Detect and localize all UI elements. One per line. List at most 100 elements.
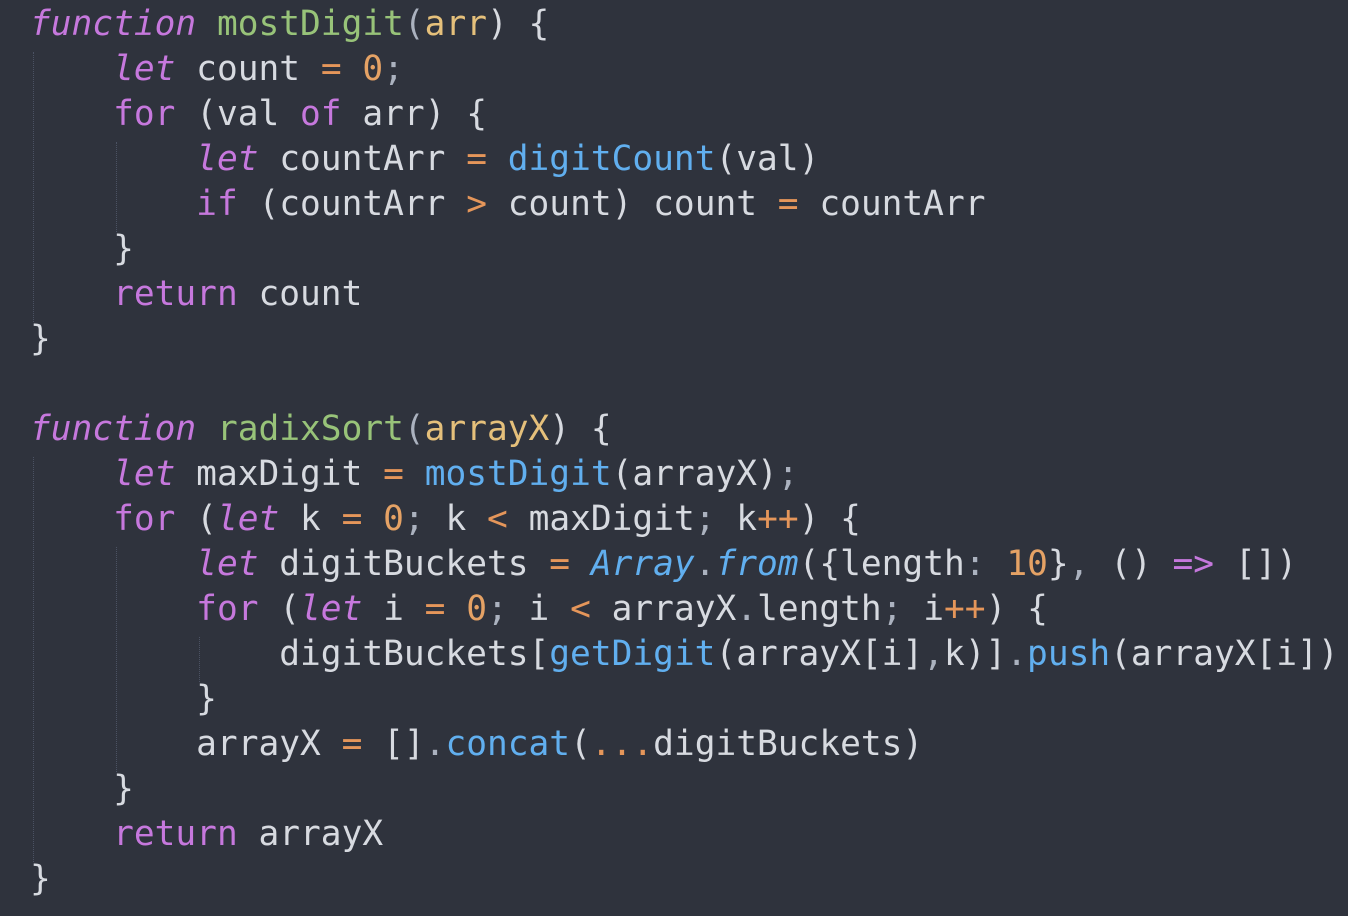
code-area[interactable]: function mostDigit(arr) { let count = 0;… [0,2,1348,902]
code-token: length [757,589,882,629]
code-line[interactable]: for (let i = 0; i < arrayX.length; i++) … [0,587,1348,632]
code-token: Array [590,544,695,584]
code-token: arrayX [590,589,737,629]
code-token: push [1027,634,1111,674]
code-token: ( [570,724,591,764]
code-token: of [300,94,342,134]
code-token: = [549,544,571,584]
code-token: . [736,589,758,629]
code-token: ( [403,4,425,44]
code-token: maxDigit [507,499,695,539]
code-token: i [902,589,945,629]
code-line[interactable]: let digitBuckets = Array.from({length: 1… [0,542,1348,587]
code-token: } [30,319,51,359]
code-token: from [715,544,799,584]
code-token: (val) [715,139,820,179]
code-token: ; [694,499,716,539]
code-token: = [341,724,363,764]
code-token: } [30,859,51,899]
code-line[interactable]: } [0,227,1348,272]
code-token: ) { [798,499,861,539]
code-line[interactable]: let maxDigit = mostDigit(arrayX); [0,452,1348,497]
code-token: ({length [798,544,965,584]
code-token: [] [362,724,425,764]
code-token: = [466,139,487,179]
code-token: let [196,139,259,179]
code-token: (arrayX[i] [715,634,924,674]
code-token: []) [1214,544,1298,584]
code-token: i [507,589,571,629]
code-line[interactable]: for (let k = 0; k < maxDigit; k++) { [0,497,1348,542]
code-line[interactable]: } [0,857,1348,902]
code-token: 0 [466,589,487,629]
code-token: count) count [486,184,778,224]
code-token: return [113,814,238,854]
code-token: let [113,49,176,89]
code-token: k [279,499,342,539]
code-line[interactable]: return arrayX [0,812,1348,857]
code-token: < [487,499,508,539]
code-token: return [113,274,238,314]
code-line[interactable] [0,362,1348,407]
code-token: 0 [383,499,404,539]
code-token: arr [424,4,487,44]
code-token: countArr [798,184,986,224]
code-line[interactable]: } [0,767,1348,812]
code-line[interactable]: arrayX = [].concat(...digitBuckets) [0,722,1348,767]
code-token: arr) { [341,94,487,134]
code-token: = [777,184,799,224]
code-line[interactable]: function mostDigit(arr) { [0,2,1348,47]
code-line[interactable]: let count = 0; [0,47,1348,92]
code-token: ; [487,589,508,629]
code-token: (arrayX[i]) [1110,634,1339,674]
code-token: for [113,94,176,134]
code-token: , [1068,544,1090,584]
code-token: arrayX [424,409,550,449]
code-token: radixSort [216,409,404,449]
code-token: digitBuckets[ [30,634,550,674]
code-token: < [570,589,591,629]
code-token: let [216,499,280,539]
code-token: arrayX [30,724,342,764]
code-token: = [424,589,446,629]
code-token: i [362,589,425,629]
code-token: for [196,589,259,629]
code-token: (arrayX) [611,454,778,494]
code-line[interactable]: digitBuckets[getDigit(arrayX[i],k)].push… [0,632,1348,677]
code-line[interactable]: function radixSort(arrayX) { [0,407,1348,452]
code-line[interactable]: let countArr = digitCount(val) [0,137,1348,182]
code-token: let [113,454,176,494]
code-token: digitBuckets) [653,724,924,764]
code-token: ++ [757,499,799,539]
code-token: } [30,679,217,719]
code-token: => [1172,544,1215,584]
code-line[interactable]: } [0,677,1348,722]
code-token: } [1047,544,1069,584]
code-token: for [113,499,176,539]
code-line[interactable]: } [0,317,1348,362]
code-token: . [694,544,716,584]
code-token: k [424,499,488,539]
code-token: ; [383,49,404,89]
code-token: count [175,49,321,89]
code-token: if [196,184,238,224]
code-line[interactable]: if (countArr > count) count = countArr [0,182,1348,227]
code-line[interactable]: for (val of arr) { [0,92,1348,137]
code-token: digitBuckets [258,544,550,584]
code-line[interactable]: return count [0,272,1348,317]
code-token: (val [175,94,301,134]
code-editor[interactable]: function mostDigit(arr) { let count = 0;… [0,0,1348,916]
